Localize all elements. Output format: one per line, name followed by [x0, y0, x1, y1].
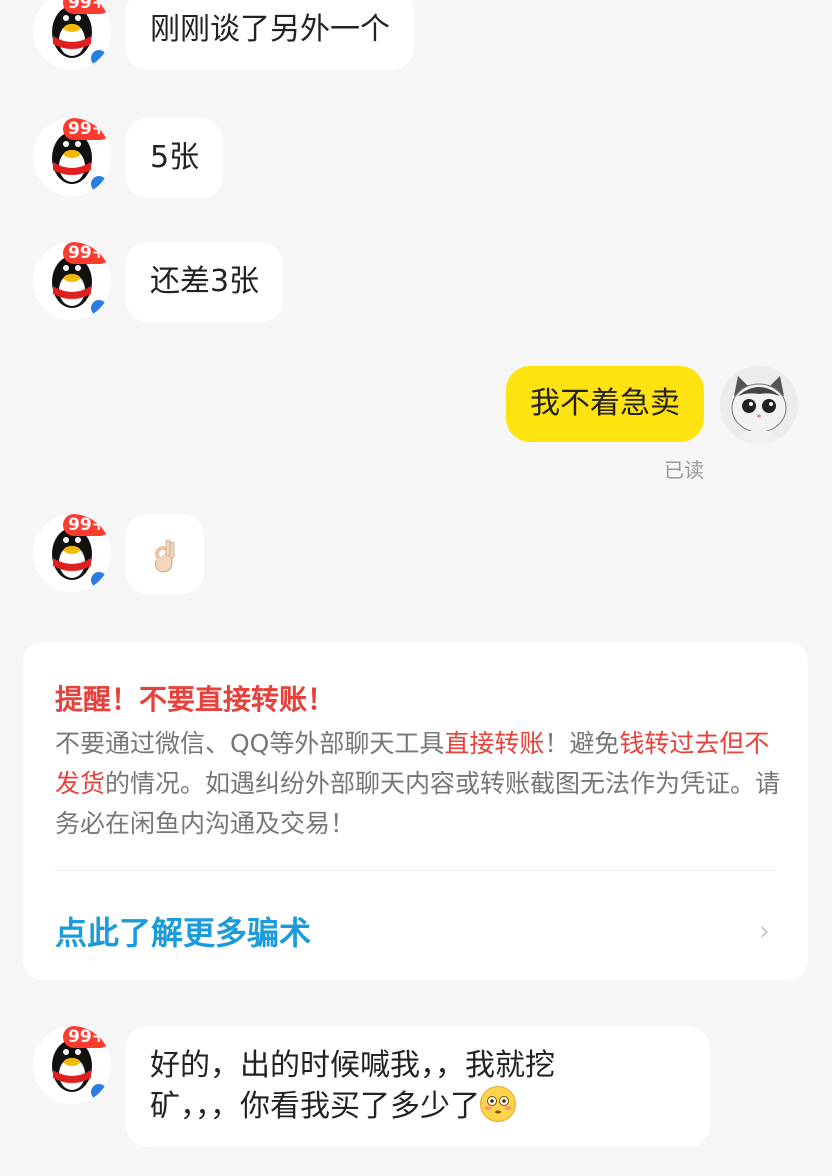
chat-bubble[interactable]: 好的，出的时候喊我，，我就挖 矿，，，你看我买了多少了 [126, 1026, 710, 1147]
avatar[interactable]: 99+ [33, 0, 111, 70]
avatar[interactable]: 99+ [33, 514, 111, 592]
chat-bubble[interactable]: 5张 [126, 118, 224, 198]
divider [55, 870, 776, 871]
chevron-right-icon[interactable]: › [759, 914, 770, 947]
avatar[interactable]: 99+ [33, 1026, 111, 1104]
avatar-self[interactable] [720, 366, 798, 444]
avatar[interactable]: 99+ [33, 118, 111, 196]
warning-highlight: 直接转账 [444, 729, 545, 758]
warning-title: 提醒！不要直接转账！ [55, 683, 336, 716]
warning-text: ！避免 [544, 729, 620, 758]
chat-bubble[interactable]: 还差3张 [126, 242, 284, 322]
flushed-face-emoji-icon [480, 1086, 516, 1122]
unread-badge: 99+ [63, 0, 111, 14]
unread-badge: 99+ [63, 514, 111, 536]
warning-text: 不要通过微信、QQ等外部聊天工具 [55, 729, 445, 758]
chat-bubble[interactable] [126, 514, 204, 594]
chat-bubble[interactable]: 刚刚谈了另外一个 [126, 0, 414, 70]
message-line: 矿，，，你看我买了多少了 [150, 1089, 480, 1124]
read-status: 已读 [664, 458, 704, 482]
avatar[interactable]: 99+ [33, 242, 111, 320]
cat-avatar-icon [720, 366, 798, 444]
message-line: 好的，出的时候喊我，，我就挖 [150, 1048, 555, 1083]
unread-badge: 99+ [63, 242, 111, 264]
learn-more-scams-link[interactable]: 点此了解更多骗术 [55, 908, 311, 954]
warning-text: 的情况。如遇纠纷外部聊天内容或转账截图无法作为凭证。请务必在闲鱼内沟通及交易！ [55, 769, 781, 838]
unread-badge: 99+ [63, 118, 111, 140]
chat-bubble-self[interactable]: 我不着急卖 [506, 366, 704, 442]
unread-badge: 99+ [63, 1026, 111, 1048]
warning-body: 不要通过微信、QQ等外部聊天工具直接转账！避免钱转过去但不发货的情况。如遇纠纷外… [55, 724, 785, 844]
message-line-wrap: 矿，，，你看我买了多少了 [150, 1086, 686, 1127]
anti-fraud-warning-card: 提醒！不要直接转账！ 不要通过微信、QQ等外部聊天工具直接转账！避免钱转过去但不… [23, 642, 808, 980]
ok-hand-emoji-icon [155, 539, 175, 573]
